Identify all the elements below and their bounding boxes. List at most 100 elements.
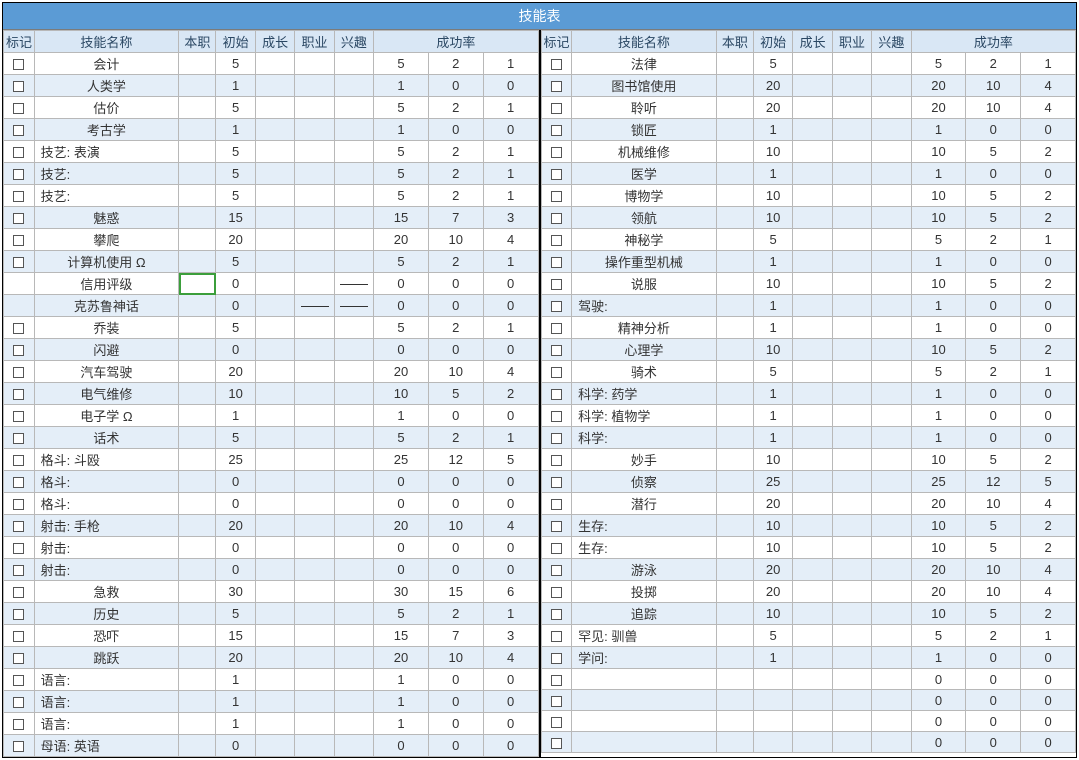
- occ-cell[interactable]: [179, 383, 216, 405]
- checkbox-icon[interactable]: [551, 389, 562, 400]
- grow-cell[interactable]: [255, 405, 294, 427]
- prof-cell[interactable]: [832, 317, 871, 339]
- mark-cell[interactable]: [541, 669, 572, 690]
- checkbox-icon[interactable]: [551, 455, 562, 466]
- prof-cell[interactable]: [295, 603, 334, 625]
- interest-cell[interactable]: [872, 690, 911, 711]
- prof-cell[interactable]: [295, 559, 334, 581]
- mark-cell[interactable]: [541, 732, 572, 753]
- mark-cell[interactable]: [4, 251, 35, 273]
- prof-cell[interactable]: [832, 449, 871, 471]
- init-cell[interactable]: 5: [216, 603, 255, 625]
- interest-cell[interactable]: [334, 493, 373, 515]
- checkbox-icon[interactable]: [551, 521, 562, 532]
- occ-cell[interactable]: [716, 732, 753, 753]
- mark-cell[interactable]: [541, 53, 572, 75]
- occ-cell[interactable]: [179, 251, 216, 273]
- grow-cell[interactable]: [255, 229, 294, 251]
- interest-cell[interactable]: [872, 141, 911, 163]
- grow-cell[interactable]: [793, 711, 832, 732]
- checkbox-icon[interactable]: [13, 125, 24, 136]
- mark-cell[interactable]: [4, 185, 35, 207]
- mark-cell[interactable]: [4, 449, 35, 471]
- init-cell[interactable]: 10: [216, 383, 255, 405]
- grow-cell[interactable]: [255, 559, 294, 581]
- checkbox-icon[interactable]: [551, 125, 562, 136]
- interest-cell[interactable]: [872, 581, 911, 603]
- init-cell[interactable]: 1: [753, 163, 792, 185]
- checkbox-icon[interactable]: [13, 675, 24, 686]
- interest-cell[interactable]: [872, 711, 911, 732]
- checkbox-icon[interactable]: [13, 653, 24, 664]
- grow-cell[interactable]: [255, 603, 294, 625]
- prof-cell[interactable]: [295, 185, 334, 207]
- init-cell[interactable]: 30: [216, 581, 255, 603]
- prof-cell[interactable]: [295, 251, 334, 273]
- mark-cell[interactable]: [541, 229, 572, 251]
- mark-cell[interactable]: [4, 119, 35, 141]
- checkbox-icon[interactable]: [13, 59, 24, 70]
- prof-cell[interactable]: [832, 647, 871, 669]
- checkbox-icon[interactable]: [551, 345, 562, 356]
- prof-cell[interactable]: [295, 361, 334, 383]
- occ-cell[interactable]: [716, 119, 753, 141]
- occ-cell[interactable]: [716, 493, 753, 515]
- checkbox-icon[interactable]: [551, 81, 562, 92]
- grow-cell[interactable]: [793, 185, 832, 207]
- prof-cell[interactable]: [832, 427, 871, 449]
- interest-cell[interactable]: [872, 273, 911, 295]
- mark-cell[interactable]: [4, 141, 35, 163]
- mark-cell[interactable]: [541, 251, 572, 273]
- init-cell[interactable]: 5: [753, 361, 792, 383]
- interest-cell[interactable]: [872, 732, 911, 753]
- prof-cell[interactable]: [295, 647, 334, 669]
- mark-cell[interactable]: [541, 163, 572, 185]
- checkbox-icon[interactable]: [551, 587, 562, 598]
- prof-cell[interactable]: [295, 581, 334, 603]
- prof-cell[interactable]: [295, 119, 334, 141]
- mark-cell[interactable]: [541, 515, 572, 537]
- occ-cell[interactable]: [716, 669, 753, 690]
- prof-cell[interactable]: [295, 427, 334, 449]
- interest-cell[interactable]: [872, 537, 911, 559]
- mark-cell[interactable]: [541, 273, 572, 295]
- grow-cell[interactable]: [793, 273, 832, 295]
- occ-cell[interactable]: [179, 75, 216, 97]
- interest-cell[interactable]: [334, 581, 373, 603]
- interest-cell[interactable]: [872, 471, 911, 493]
- checkbox-icon[interactable]: [13, 367, 24, 378]
- init-cell[interactable]: 0: [216, 493, 255, 515]
- checkbox-icon[interactable]: [13, 477, 24, 488]
- prof-cell[interactable]: [832, 273, 871, 295]
- interest-cell[interactable]: [334, 449, 373, 471]
- grow-cell[interactable]: [255, 141, 294, 163]
- mark-cell[interactable]: [4, 669, 35, 691]
- grow-cell[interactable]: [255, 581, 294, 603]
- occ-cell[interactable]: [716, 295, 753, 317]
- grow-cell[interactable]: [793, 339, 832, 361]
- prof-cell[interactable]: [295, 97, 334, 119]
- prof-cell[interactable]: [832, 537, 871, 559]
- mark-cell[interactable]: [541, 537, 572, 559]
- mark-cell[interactable]: [541, 711, 572, 732]
- init-cell[interactable]: 0: [216, 559, 255, 581]
- occ-cell[interactable]: [716, 97, 753, 119]
- init-cell[interactable]: 10: [753, 273, 792, 295]
- init-cell[interactable]: 1: [753, 383, 792, 405]
- prof-cell[interactable]: [832, 75, 871, 97]
- occ-cell[interactable]: [716, 625, 753, 647]
- mark-cell[interactable]: [541, 471, 572, 493]
- grow-cell[interactable]: [255, 53, 294, 75]
- interest-cell[interactable]: [334, 735, 373, 757]
- prof-cell[interactable]: [832, 295, 871, 317]
- occ-cell[interactable]: [179, 405, 216, 427]
- interest-cell[interactable]: [872, 163, 911, 185]
- interest-cell[interactable]: [334, 383, 373, 405]
- grow-cell[interactable]: [255, 515, 294, 537]
- interest-cell[interactable]: [334, 361, 373, 383]
- checkbox-icon[interactable]: [13, 389, 24, 400]
- interest-cell[interactable]: [334, 119, 373, 141]
- checkbox-icon[interactable]: [13, 543, 24, 554]
- grow-cell[interactable]: [255, 669, 294, 691]
- mark-cell[interactable]: [541, 119, 572, 141]
